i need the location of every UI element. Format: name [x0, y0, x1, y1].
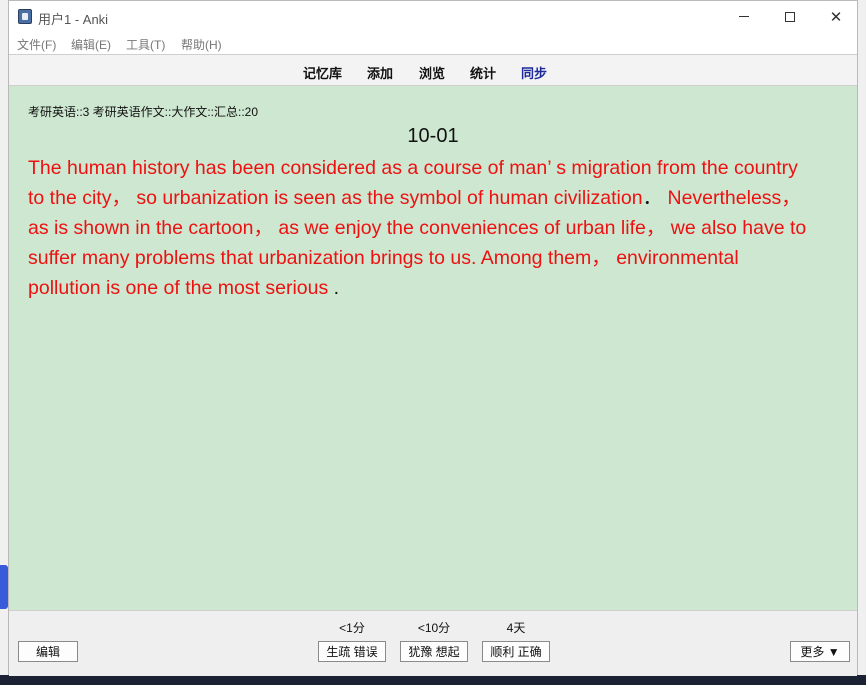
card-period: ．	[642, 187, 663, 209]
anki-icon	[18, 9, 32, 24]
minimize-icon	[739, 16, 749, 17]
toolbar-stats[interactable]: 统计	[470, 63, 496, 82]
menu-bar: 文件(F) 编辑(E) 工具(T) 帮助(H)	[9, 32, 857, 54]
interval-good: 4天	[506, 621, 526, 635]
minimize-button[interactable]	[721, 1, 767, 32]
more-button[interactable]: 更多 ▼	[790, 641, 850, 662]
card-line-text: Nevertheless，	[662, 187, 801, 209]
menu-file[interactable]: 文件(F)	[17, 36, 56, 53]
toolbar-decks[interactable]: 记忆库	[303, 63, 342, 82]
menu-help[interactable]: 帮助(H)	[181, 36, 222, 53]
card-review-area: 考研英语::3 考研英语作文::大作文::汇总::20 10-01 The hu…	[9, 86, 857, 610]
card-period: .	[328, 277, 340, 299]
card-line: The human history has been considered as…	[28, 153, 838, 183]
window-title: 用户1 - Anki	[38, 12, 109, 27]
again-button[interactable]: 生疏 错误	[318, 641, 386, 662]
hard-button[interactable]: 犹豫 想起	[400, 641, 468, 662]
anki-window: 用户1 - Anki ✕ 文件(F) 编辑(E) 工具(T) 帮助(H) 记忆库…	[8, 0, 858, 676]
card-line-text: The human history has been considered as…	[28, 157, 798, 179]
close-icon: ✕	[829, 7, 843, 26]
toolbar-add[interactable]: 添加	[367, 63, 393, 82]
maximize-button[interactable]	[767, 1, 813, 32]
deck-path: 考研英语::3 考研英语作文::大作文::汇总::20	[28, 105, 259, 119]
maximize-icon	[785, 11, 795, 22]
good-button[interactable]: 顺利 正确	[482, 641, 550, 662]
interval-hard: <10分	[417, 621, 451, 635]
interval-again: <1分	[339, 621, 365, 635]
menu-tools[interactable]: 工具(T)	[126, 36, 165, 53]
card-line-text: suffer many problems that urbanization b…	[28, 247, 739, 269]
card-title: 10-01	[407, 125, 459, 147]
card-line-text: pollution is one of the most serious	[28, 277, 329, 299]
title-bar[interactable]: 用户1 - Anki ✕	[9, 1, 857, 32]
card-line: as is shown in the cartoon， as we enjoy …	[28, 213, 838, 243]
answer-bar: <1分 <10分 4天 编辑 生疏 错误 犹豫 想起 顺利 正确 更多 ▼	[9, 610, 857, 676]
main-toolbar: 记忆库 添加 浏览 统计 同步	[9, 54, 857, 86]
background-blue-tab	[0, 565, 8, 609]
card-content: The human history has been considered as…	[28, 153, 838, 303]
desktop-taskbar-strip	[0, 675, 866, 685]
close-button[interactable]: ✕	[813, 1, 859, 32]
card-line: pollution is one of the most serious .	[28, 273, 838, 303]
card-line-text: as is shown in the cartoon， as we enjoy …	[28, 217, 807, 239]
menu-edit[interactable]: 编辑(E)	[71, 36, 111, 53]
toolbar-sync[interactable]: 同步	[521, 63, 547, 82]
card-line: to the city， so urbanization is seen as …	[28, 183, 838, 213]
background-window-edge-right	[858, 0, 866, 675]
card-line: suffer many problems that urbanization b…	[28, 243, 838, 273]
toolbar-browse[interactable]: 浏览	[419, 63, 445, 82]
edit-button[interactable]: 编辑	[18, 641, 78, 662]
card-line-text: to the city， so urbanization is seen as …	[28, 187, 643, 209]
